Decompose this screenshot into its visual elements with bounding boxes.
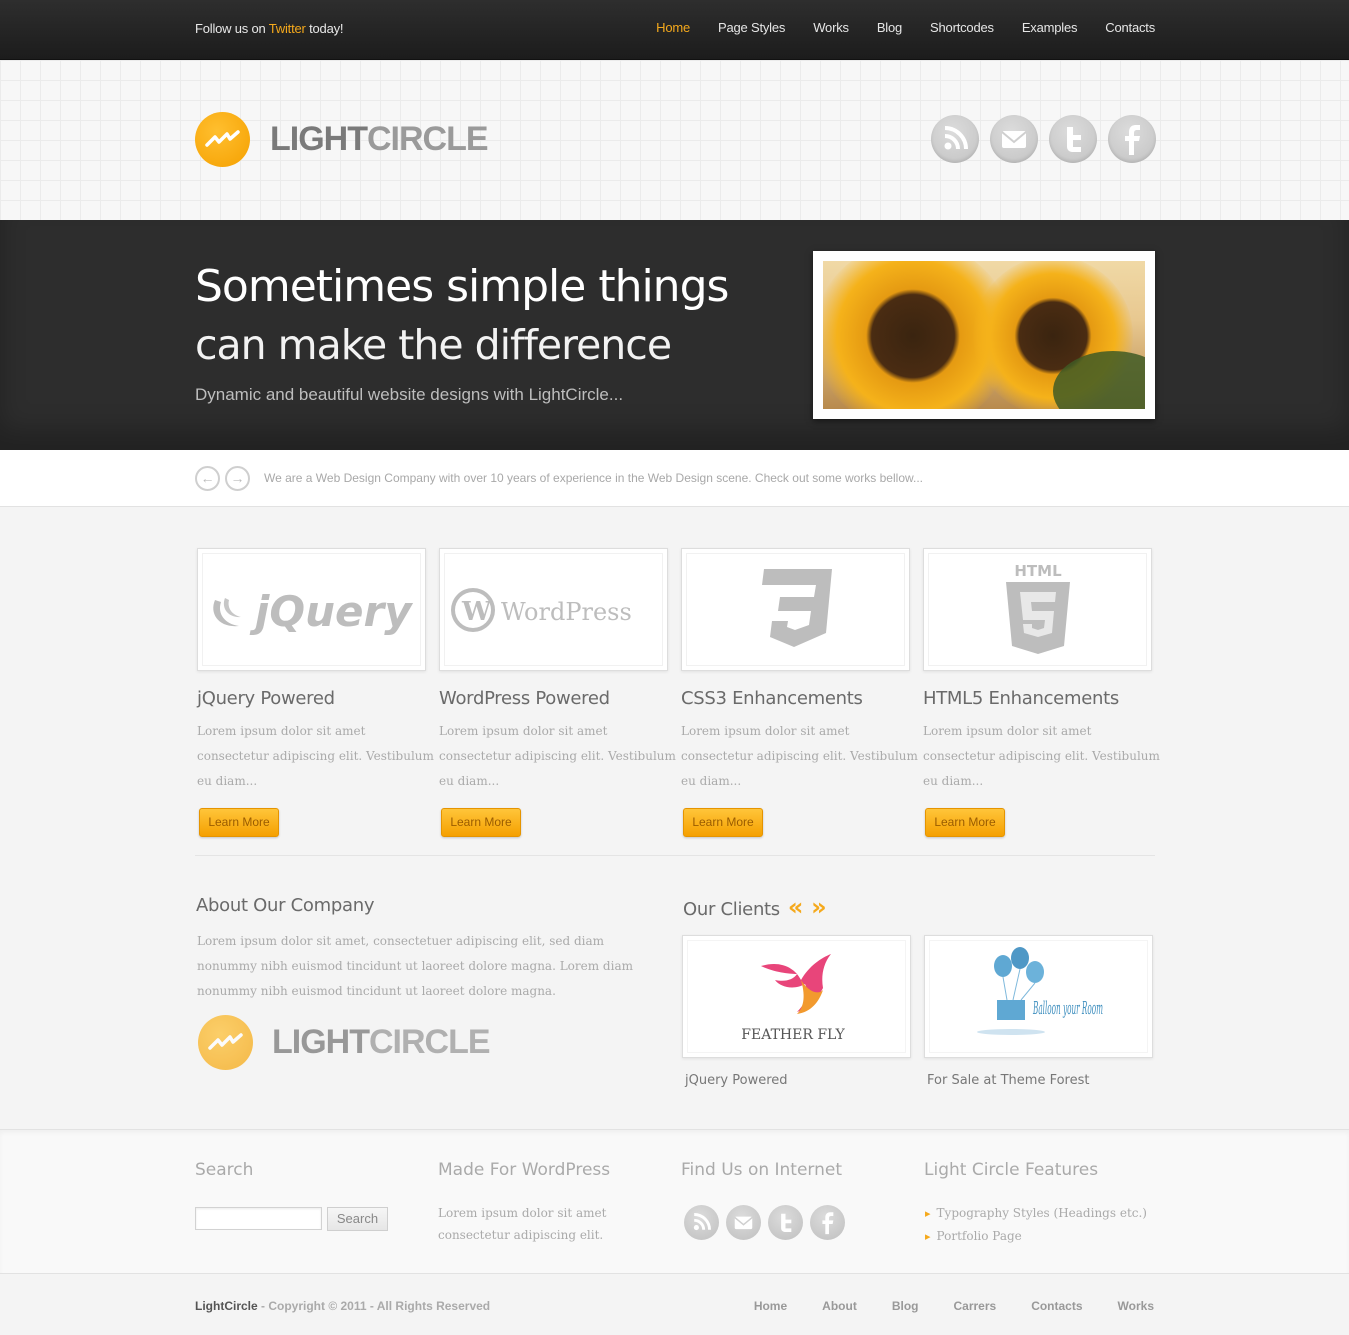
nav-blog[interactable]: Blog: [877, 20, 902, 35]
feature-text: Lorem ipsum dolor sit amet consectetur a…: [923, 724, 1160, 788]
css3-logo-box: [681, 548, 910, 671]
logo-part1: LIGHT: [270, 120, 368, 158]
follow-suffix: today!: [309, 21, 344, 36]
wordpress-logo-box: W WordPress: [439, 548, 668, 671]
footer-nav-blog[interactable]: Blog: [892, 1299, 919, 1313]
balloon-logo-icon: Balloon your Room: [977, 947, 1103, 1035]
client-caption: jQuery Powered: [685, 1073, 788, 1088]
sunflower-image: [823, 261, 1145, 409]
follow-prefix: Follow us on: [195, 21, 266, 36]
footer-facebook-icon[interactable]: [810, 1205, 845, 1240]
intro-message: We are a Web Design Company with over 10…: [264, 471, 923, 485]
hero-image-frame: [813, 251, 1155, 419]
copyright-brand: LightCircle: [195, 1299, 258, 1313]
clients-title: Our Clients: [683, 899, 780, 920]
footer-features-list: Typography Styles (Headings etc.) Portfo…: [925, 1202, 1147, 1248]
copyright-text: - Copyright © 2011 - All Rights Reserved: [257, 1299, 491, 1313]
footer-find-title: Find Us on Internet: [681, 1160, 843, 1180]
footer-nav-home[interactable]: Home: [754, 1299, 787, 1313]
svg-text:Balloon your Room: Balloon your Room: [1033, 998, 1103, 1019]
follow-us-text: Follow us on Twitter today!: [195, 21, 344, 36]
footer-nav-works[interactable]: Works: [1118, 1299, 1154, 1313]
footer-search-title: Search: [195, 1160, 254, 1180]
learn-more-button[interactable]: Learn More: [199, 808, 279, 837]
clients-header: Our Clients «»: [683, 893, 827, 921]
client-caption: For Sale at Theme Forest: [927, 1073, 1090, 1088]
hero-subheadline: Dynamic and beautiful website designs wi…: [195, 385, 624, 404]
bottom-bar: LightCircle - Copyright © 2011 - All Rig…: [0, 1275, 1349, 1335]
hero-banner: Sometimes simple things can make the dif…: [0, 220, 1349, 450]
footer-nav-about[interactable]: About: [822, 1299, 857, 1313]
footer-wp-title: Made For WordPress: [438, 1160, 611, 1180]
twitter-icon[interactable]: [1049, 115, 1097, 163]
hero-headline-line1: Sometimes simple things: [195, 261, 729, 312]
section-divider: [195, 855, 1155, 856]
learn-more-button[interactable]: Learn More: [925, 808, 1005, 837]
intro-strip: ← → We are a Web Design Company with ove…: [0, 450, 1349, 507]
footer-rss-icon[interactable]: [684, 1205, 719, 1240]
feature-html5: HTML HTML5 Enhancements Lorem ipsum dolo…: [923, 548, 1160, 837]
footer-feature-link[interactable]: Typography Styles (Headings etc.): [925, 1202, 1147, 1225]
main-nav: Home Page Styles Works Blog Shortcodes E…: [628, 20, 1155, 35]
rss-icon[interactable]: [931, 115, 979, 163]
jquery-logo-box: jQuery: [197, 548, 426, 671]
footer-search-input[interactable]: [195, 1207, 322, 1230]
footer-nav: Home About Blog Carrers Contacts Works: [719, 1299, 1154, 1313]
clients-next-button[interactable]: »: [811, 893, 827, 921]
nav-examples[interactable]: Examples: [1022, 20, 1078, 35]
feature-text: Lorem ipsum dolor sit amet consectetur a…: [681, 724, 918, 788]
svg-text:FEATHER FLY: FEATHER FLY: [741, 1027, 845, 1043]
hero-headline: Sometimes simple things can make the dif…: [195, 258, 795, 374]
footer-nav-contacts[interactable]: Contacts: [1031, 1299, 1082, 1313]
nav-shortcodes[interactable]: Shortcodes: [930, 20, 994, 35]
footer-features-title: Light Circle Features: [924, 1160, 1099, 1180]
feature-title: jQuery Powered: [197, 688, 335, 709]
copyright: LightCircle - Copyright © 2011 - All Rig…: [195, 1299, 490, 1313]
about-logo-icon: [198, 1015, 253, 1070]
learn-more-button[interactable]: Learn More: [441, 808, 521, 837]
html5-logo-box: HTML: [923, 548, 1152, 671]
about-text: Lorem ipsum dolor sit amet, consectetuer…: [197, 934, 633, 998]
nav-page-styles[interactable]: Page Styles: [718, 20, 785, 35]
footer-wp-text: Lorem ipsum dolor sit amet consectetur a…: [438, 1206, 607, 1242]
footer-twitter-icon[interactable]: [768, 1205, 803, 1240]
mail-icon[interactable]: [990, 115, 1038, 163]
feature-wordpress: W WordPress WordPress Powered Lorem ipsu…: [439, 548, 676, 837]
footer-mail-icon[interactable]: [726, 1205, 761, 1240]
header: LIGHTCIRCLE: [0, 60, 1349, 220]
clients-prev-button[interactable]: «: [788, 893, 804, 921]
feature-title: HTML5 Enhancements: [923, 688, 1119, 709]
logo-part2: CIRCLE: [366, 120, 489, 158]
footer-nav-carrers[interactable]: Carrers: [953, 1299, 996, 1313]
footer-widgets: Search Search Made For WordPress Lorem i…: [0, 1129, 1349, 1274]
about-title: About Our Company: [196, 895, 375, 916]
about-logo-text: LIGHTCIRCLE: [272, 1023, 491, 1061]
arrow-right-icon[interactable]: →: [225, 466, 250, 491]
arrow-left-icon[interactable]: ←: [195, 466, 220, 491]
nav-contacts[interactable]: Contacts: [1105, 20, 1155, 35]
twitter-link[interactable]: Twitter: [269, 21, 306, 36]
hero-headline-line2: can make the difference: [195, 321, 672, 369]
feature-title: WordPress Powered: [439, 688, 610, 709]
client-feather-fly[interactable]: FEATHER FLY: [682, 935, 911, 1058]
top-bar: Follow us on Twitter today! Home Page St…: [0, 0, 1349, 60]
feature-jquery: jQuery jQuery Powered Lorem ipsum dolor …: [197, 548, 434, 837]
footer-search-button[interactable]: Search: [327, 1207, 388, 1231]
feature-text: Lorem ipsum dolor sit amet consectetur a…: [197, 724, 434, 788]
nav-home[interactable]: Home: [656, 20, 690, 35]
nav-works[interactable]: Works: [813, 20, 849, 35]
facebook-icon[interactable]: [1108, 115, 1156, 163]
feature-css3: CSS3 Enhancements Lorem ipsum dolor sit …: [681, 548, 918, 837]
client-balloon-your-room[interactable]: Balloon your Room: [924, 935, 1153, 1058]
feature-text: Lorem ipsum dolor sit amet consectetur a…: [439, 724, 676, 788]
feature-title: CSS3 Enhancements: [681, 688, 863, 709]
logo-text[interactable]: LIGHTCIRCLE: [270, 120, 489, 159]
logo-icon[interactable]: [195, 112, 250, 167]
footer-feature-link[interactable]: Portfolio Page: [925, 1225, 1147, 1248]
feather-fly-logo-icon: FEATHER FLY: [741, 954, 845, 1043]
learn-more-button[interactable]: Learn More: [683, 808, 763, 837]
